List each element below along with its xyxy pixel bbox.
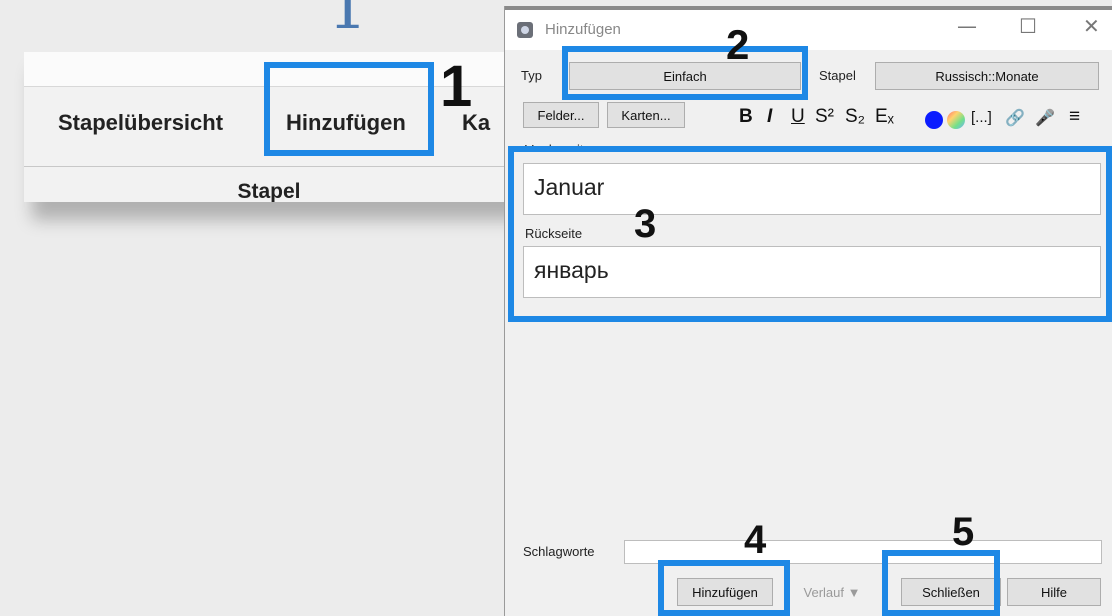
callout-number-3: 3 — [634, 202, 657, 246]
decks-heading: Stapel — [237, 180, 301, 202]
nav-decks-overview[interactable]: Stapelübersicht — [58, 110, 223, 136]
highlight-box-1 — [264, 62, 434, 156]
text-color-icon[interactable] — [925, 111, 943, 129]
callout-number-4: 4 — [744, 518, 767, 562]
screenshot-stage: 1 Stapelübersicht Hinzufügen Ka Stapel 1… — [0, 0, 1112, 616]
italic-button[interactable]: I — [767, 106, 772, 128]
dialog-titlebar: Hinzufügen — ☐ ✕ — [505, 10, 1112, 50]
subscript-button[interactable]: S₂ — [845, 106, 865, 128]
deck-label: Stapel — [819, 68, 856, 83]
tags-label: Schlagworte — [523, 544, 595, 559]
paperclip-icon[interactable]: 🔗 — [1005, 108, 1025, 128]
cards-button[interactable]: Karten... — [607, 102, 685, 128]
superscript-button[interactable]: S² — [815, 106, 834, 128]
close-window-button[interactable]: ✕ — [1083, 14, 1100, 38]
bold-button[interactable]: B — [739, 106, 753, 128]
menu-icon[interactable]: ≡ — [1069, 106, 1080, 128]
history-button[interactable]: Verlauf ▼ — [795, 578, 869, 606]
highlight-box-4 — [658, 560, 790, 616]
callout-number-1: 1 — [440, 54, 473, 119]
cloze-button[interactable]: [...] — [971, 109, 992, 126]
anki-app-icon — [517, 22, 533, 38]
callout-number-2: 2 — [726, 21, 750, 68]
callout-number-top: 1 — [328, 0, 368, 43]
type-label: Typ — [521, 68, 542, 83]
deck-button[interactable]: Russisch::Monate — [875, 62, 1099, 90]
clear-format-button[interactable]: Eₓ — [875, 106, 894, 128]
help-button[interactable]: Hilfe — [1007, 578, 1101, 606]
callout-number-5: 5 — [952, 510, 975, 554]
highlight-box-5 — [882, 550, 1000, 616]
highlight-box-2 — [562, 46, 808, 100]
minimize-button[interactable]: — — [957, 14, 977, 38]
underline-button[interactable]: U — [791, 106, 805, 128]
microphone-icon[interactable]: 🎤 — [1035, 108, 1055, 128]
fields-button[interactable]: Felder... — [523, 102, 599, 128]
dialog-title: Hinzufügen — [545, 21, 621, 38]
highlight-box-3 — [508, 146, 1112, 322]
color-picker-icon[interactable] — [947, 111, 965, 129]
maximize-button[interactable]: ☐ — [1019, 14, 1037, 38]
